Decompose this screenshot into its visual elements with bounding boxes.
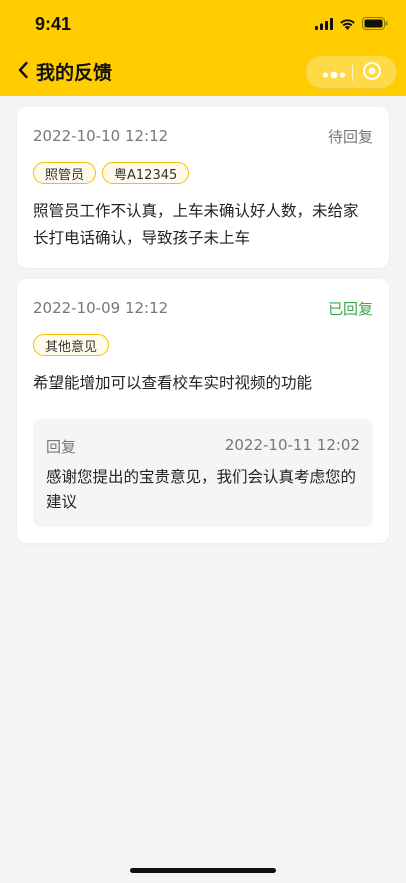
feedback-date: 2022-10-09 12:12 [33, 299, 169, 317]
tag: 其他意见 [33, 334, 110, 356]
capsule-divider [352, 65, 353, 81]
chevron-left-icon [17, 61, 29, 83]
target-close-icon [362, 61, 382, 85]
signal-icon [315, 15, 333, 34]
close-button[interactable] [356, 56, 388, 90]
feedback-content: 照管员工作不认真，上车未确认好人数，未给家长打电话确认，导致孩子未上车 [33, 202, 359, 247]
status-icons [315, 16, 388, 32]
battery-icon [362, 15, 388, 34]
wifi-icon [339, 15, 356, 34]
back-button[interactable] [10, 58, 36, 86]
more-button[interactable] [318, 56, 350, 90]
page-title: 我的反馈 [36, 62, 113, 84]
tag-list: 照管员 粤A12345 [33, 162, 190, 184]
status-badge: 已回复 [327, 300, 373, 318]
status-time: 9:41 [35, 14, 72, 34]
feedback-content: 希望能增加可以查看校车实时视频的功能 [33, 374, 313, 392]
tag: 粤A12345 [102, 162, 190, 184]
status-badge: 待回复 [327, 128, 373, 146]
reply-box: 回复 2022-10-11 12:02 感谢您提出的宝贵意见，我们会认真考虑您的… [33, 419, 373, 527]
header: 9:41 我的反馈 [0, 0, 406, 96]
feedback-date: 2022-10-10 12:12 [33, 127, 169, 145]
reply-content: 感谢您提出的宝贵意见，我们会认真考虑您的建议 [46, 468, 357, 511]
more-dots-icon [322, 64, 346, 83]
reply-label: 回复 [46, 438, 77, 456]
feedback-card[interactable]: 2022-10-09 12:12 已回复 其他意见 希望能增加可以查看校车实时视… [17, 279, 389, 543]
tag-list: 其他意见 [33, 334, 110, 356]
nav-bar: 我的反馈 [0, 48, 406, 96]
reply-time: 2022-10-11 12:02 [224, 436, 360, 454]
status-bar: 9:41 [0, 0, 406, 48]
tag: 照管员 [33, 162, 97, 184]
mini-program-capsule [305, 55, 397, 89]
feedback-card[interactable]: 2022-10-10 12:12 待回复 照管员 粤A12345 照管员工作不认… [17, 107, 389, 268]
home-indicator [130, 868, 276, 873]
